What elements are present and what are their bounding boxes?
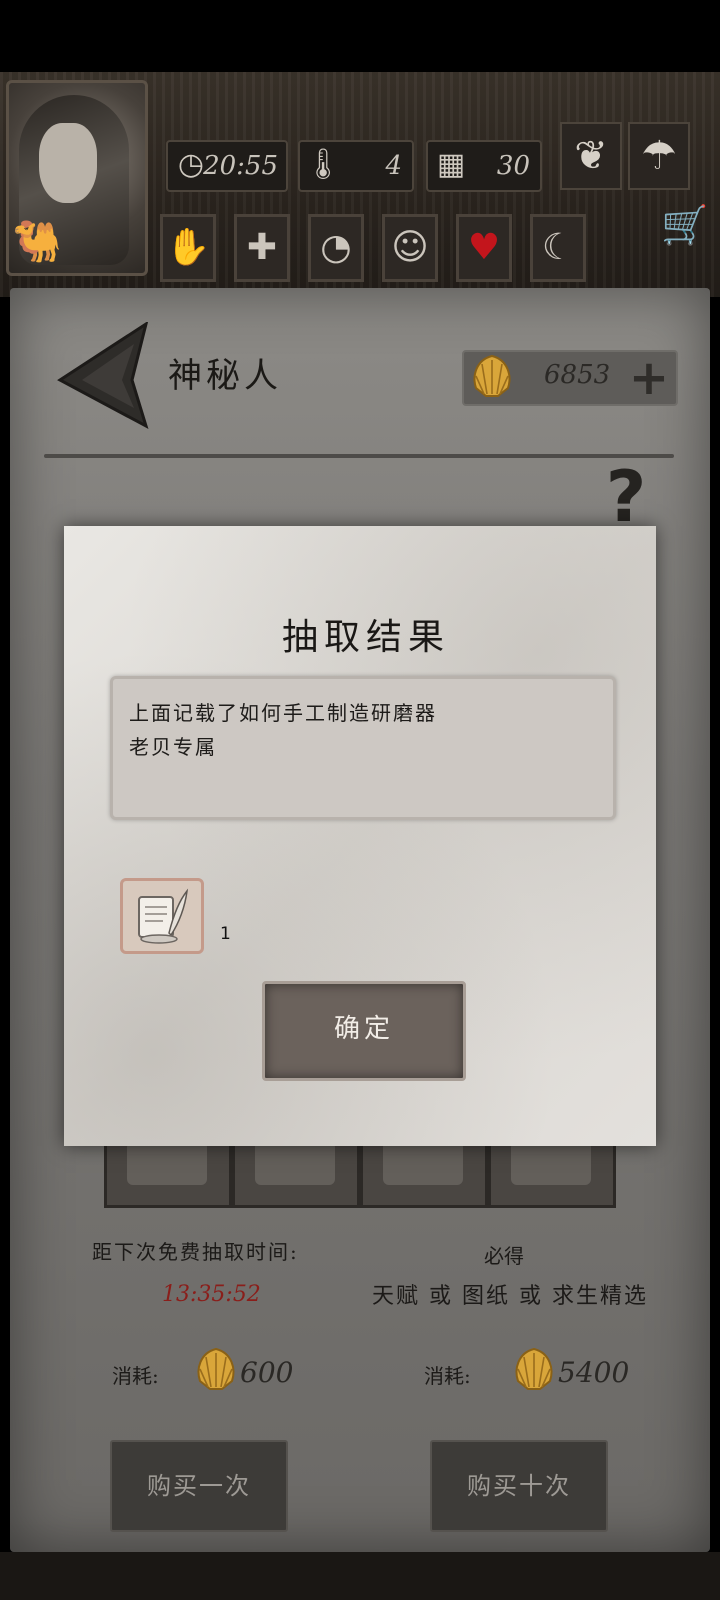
- buy-ten-button[interactable]: 购买十次: [430, 1440, 608, 1532]
- temperature-display: 🌡 4: [298, 140, 414, 192]
- buy-once-button[interactable]: 购买一次: [110, 1440, 288, 1532]
- bandaged-hand-icon[interactable]: ✋: [160, 214, 216, 282]
- free-draw-timer: 13:35:52: [162, 1282, 261, 1307]
- temperature-value: 4: [385, 151, 402, 181]
- confirm-button[interactable]: 确定: [262, 981, 466, 1081]
- result-description: 上面记载了如何手工制造研磨器: [129, 701, 437, 725]
- thermometer-icon: 🌡: [304, 147, 343, 182]
- add-coins-button[interactable]: +: [626, 352, 672, 404]
- coin-amount: 6853: [544, 360, 611, 390]
- stomach-icon[interactable]: ◔: [308, 214, 364, 282]
- guarantee-items: 天赋 或 图纸 或 求生精选: [372, 1284, 648, 1309]
- page-title: 神秘人: [168, 356, 282, 396]
- card-art: [255, 1141, 335, 1185]
- day-value: 30: [496, 151, 530, 181]
- rain-cloud-icon[interactable]: ☂: [628, 122, 690, 190]
- ten-cost-value: 5400: [558, 1356, 630, 1389]
- time-display: ◷ 20:55: [166, 140, 288, 192]
- result-text-box: 上面记载了如何手工制造研磨器 老贝专属: [110, 676, 616, 820]
- single-cost-value: 600: [240, 1356, 294, 1389]
- head-icon[interactable]: ☺: [382, 214, 438, 282]
- blueprint-scroll-icon: [138, 888, 189, 944]
- reward-item-slot[interactable]: [120, 878, 204, 954]
- day-display: ▦ 30: [426, 140, 542, 192]
- heart-icon[interactable]: ♥: [456, 214, 512, 282]
- cannabis-leaf-icon[interactable]: ❦: [560, 122, 622, 190]
- result-owner: 老贝专属: [129, 735, 217, 759]
- medical-cross-icon[interactable]: ✚: [234, 214, 290, 282]
- shell-coin-icon: [515, 1347, 553, 1390]
- portrait-face: [39, 123, 97, 203]
- back-arrow-icon[interactable]: [56, 322, 152, 430]
- moon-star-icon[interactable]: ☾: [530, 214, 586, 282]
- time-value: 20:55: [203, 151, 278, 181]
- header-divider: [44, 454, 674, 458]
- coin-balance: 6853 +: [462, 350, 678, 406]
- reward-item-count: 1: [220, 924, 231, 944]
- status-bar: [0, 0, 720, 72]
- camel-icon: 🐫: [12, 219, 62, 265]
- guarantee-label: 必得: [484, 1244, 524, 1268]
- card-art: [511, 1141, 591, 1185]
- single-cost-label: 消耗:: [112, 1364, 159, 1388]
- shell-coin-icon: [197, 1347, 235, 1390]
- card-art: [383, 1141, 463, 1185]
- shopping-cart-icon[interactable]: 🛒: [660, 200, 710, 250]
- ten-cost-label: 消耗:: [424, 1364, 471, 1388]
- help-button[interactable]: ?: [594, 462, 658, 532]
- dialog-title: 抽取结果: [282, 617, 451, 658]
- bottom-strip: [0, 1552, 720, 1600]
- free-draw-label: 距下次免费抽取时间:: [92, 1240, 299, 1264]
- card-art: [127, 1141, 207, 1185]
- calendar-icon: ▦: [436, 147, 466, 182]
- shell-coin-icon: [473, 354, 511, 397]
